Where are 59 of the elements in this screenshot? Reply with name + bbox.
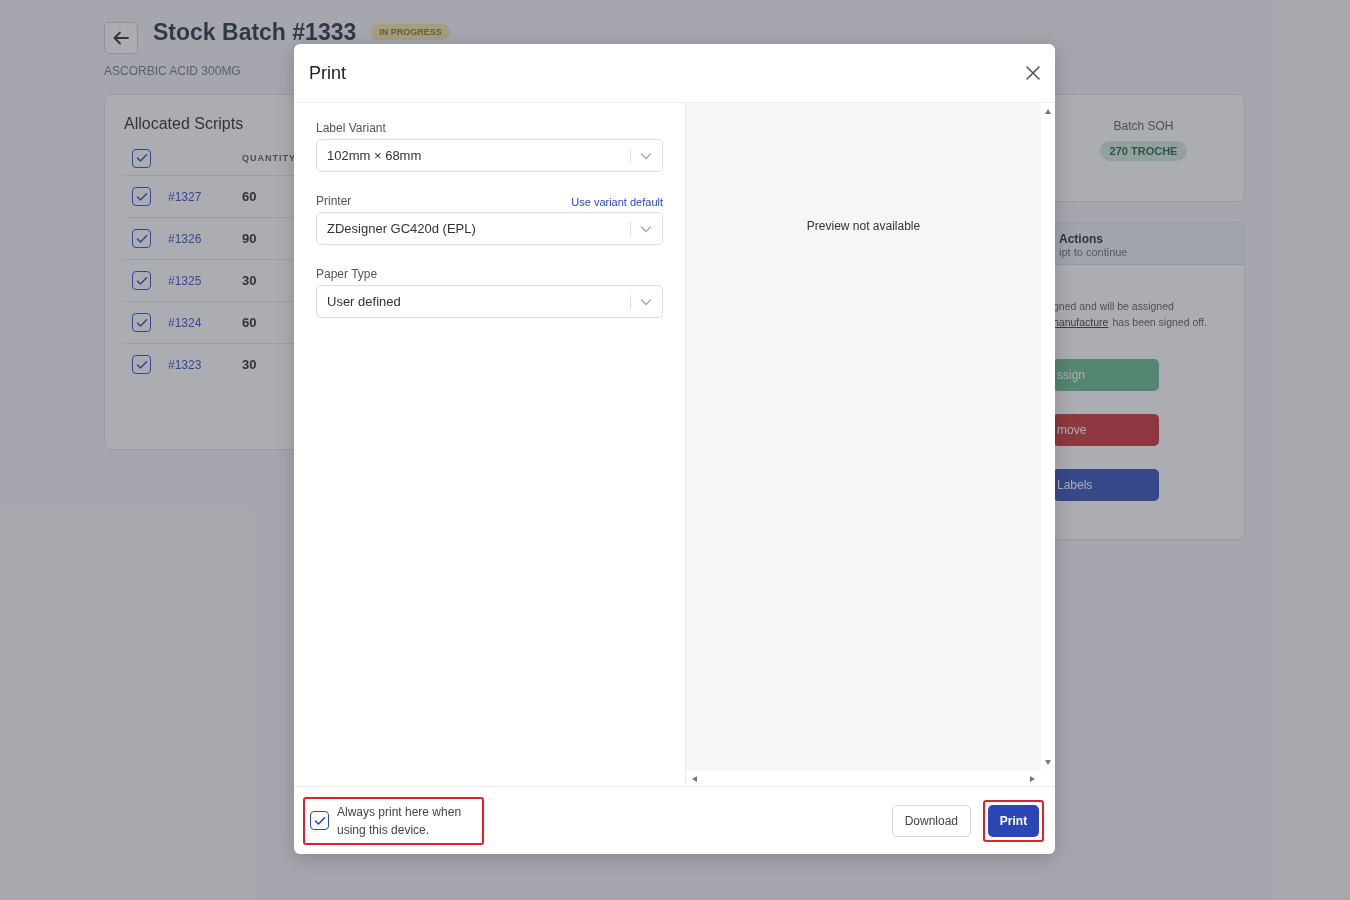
download-button[interactable]: Download [891, 804, 971, 837]
quantity-cell: 60 [242, 189, 257, 204]
checkbox-label: Always print here when using this device. [337, 803, 463, 839]
checkmark-icon [313, 815, 326, 826]
quantity-cell: 90 [242, 231, 257, 246]
checkmark-icon [135, 317, 148, 328]
soh-label: Batch SOH [1113, 119, 1174, 133]
page-title: Stock Batch #1333 [153, 20, 357, 44]
page-subtitle: ASCORBIC ACID 300MG [104, 64, 241, 78]
quantity-cell: 60 [242, 315, 257, 330]
checkbox[interactable] [132, 187, 151, 206]
script-link[interactable]: #1324 [168, 315, 242, 330]
action-button[interactable]: Labels [1053, 469, 1159, 501]
script-link[interactable]: #1323 [168, 357, 242, 372]
status-badge: IN PROGRESS [371, 24, 450, 40]
select-field[interactable]: 102mm × 68mm [316, 139, 663, 172]
action-button[interactable]: move [1053, 414, 1159, 446]
scroll-down-icon[interactable] [1044, 758, 1052, 766]
field-label: Paper Type [316, 267, 378, 281]
variant-default-link[interactable]: Use variant default [571, 196, 663, 208]
script-link[interactable]: #1326 [168, 231, 242, 246]
field-label: Printer [316, 194, 352, 208]
scroll-right-icon[interactable] [1028, 774, 1036, 783]
field-label: Label Variant [316, 121, 386, 135]
back-button[interactable] [104, 22, 138, 54]
script-link[interactable]: #1325 [168, 273, 242, 288]
chevron-down-icon[interactable] [640, 224, 652, 233]
scroll-up-icon[interactable] [1044, 108, 1052, 116]
select-field[interactable]: ZDesigner GC420d (EPL) [316, 212, 663, 245]
chevron-down-icon[interactable] [640, 297, 652, 306]
arrow-left-icon [113, 31, 129, 45]
note-text: has been signed off. [1112, 316, 1207, 328]
print-button[interactable]: Print [988, 804, 1039, 837]
chevron-down-icon[interactable] [640, 151, 652, 160]
checkmark-icon [135, 233, 148, 244]
note-link[interactable]: nanufacture [1053, 316, 1109, 328]
preview-message: Preview not available [805, 218, 922, 235]
checkbox[interactable] [132, 271, 151, 290]
checkbox[interactable] [132, 355, 151, 374]
checkbox[interactable] [132, 229, 151, 248]
checkmark-icon [135, 191, 148, 202]
stock-badge: 270 TROCHE [1099, 141, 1188, 161]
card-title: Allocated Scripts [124, 115, 244, 133]
scroll-left-icon[interactable] [691, 774, 699, 783]
column-header: QUANTITY [242, 153, 296, 163]
actions-title: Actions [1059, 232, 1104, 246]
checkmark-icon [135, 153, 148, 163]
checkbox[interactable] [132, 148, 151, 168]
quantity-cell: 30 [242, 357, 257, 372]
script-link[interactable]: #1327 [168, 189, 242, 204]
close-icon[interactable] [1025, 65, 1041, 81]
checkmark-icon [135, 275, 148, 286]
checkbox[interactable] [310, 811, 329, 830]
checkmark-icon [135, 359, 148, 370]
quantity-cell: 30 [242, 273, 257, 288]
checkbox[interactable] [132, 313, 151, 332]
actions-subtitle: ipt to continue [1059, 246, 1129, 258]
select-field[interactable]: User defined [316, 285, 663, 318]
dialog-title: Print [309, 62, 346, 84]
